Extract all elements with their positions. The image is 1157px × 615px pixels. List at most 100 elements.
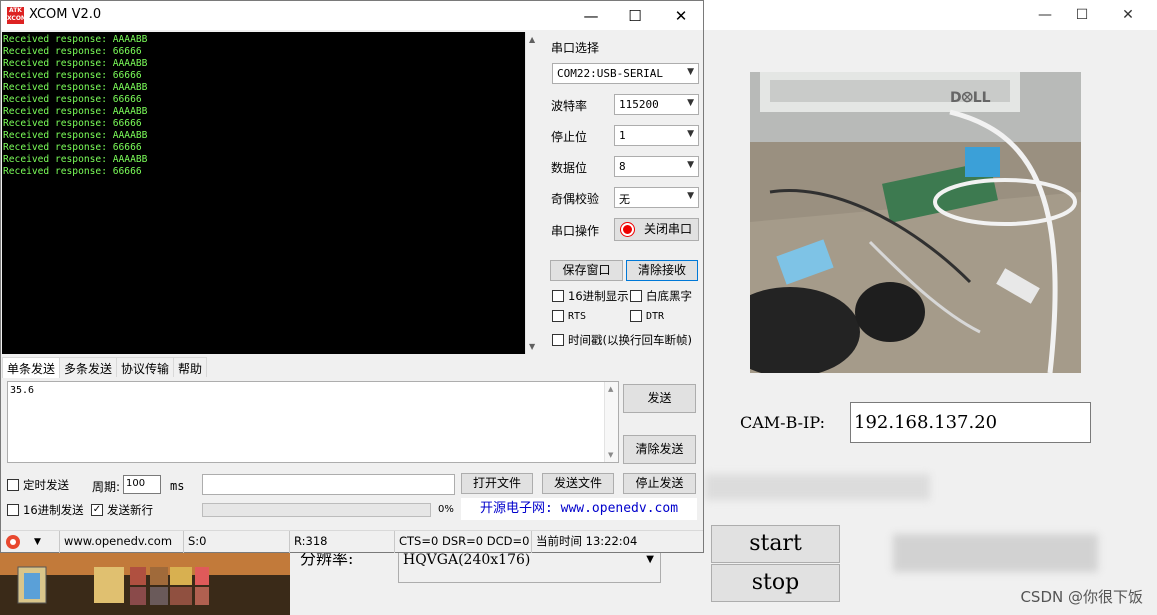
receive-line: Received response: AAAABB — [3, 154, 148, 165]
port-select[interactable]: COM22:USB-SERIAL ▼ — [552, 63, 699, 84]
baud-select[interactable]: 115200 ▼ — [614, 94, 699, 115]
open-file-button[interactable]: 打开文件 — [461, 473, 533, 494]
receive-textarea[interactable]: Received response: AAAABB Received respon… — [2, 32, 525, 354]
chevron-down-icon: ▼ — [687, 98, 694, 108]
port-select-label: 串口选择 — [551, 41, 600, 55]
xcom-logo-icon: ATK XCOM — [7, 7, 27, 24]
send-scrollbar[interactable]: ▲ ▼ — [604, 382, 618, 462]
checkbox-box[interactable] — [630, 310, 642, 322]
scroll-up-icon[interactable]: ▲ — [529, 35, 535, 44]
cam-ip-label: CAM-B-IP: — [740, 413, 825, 432]
receive-line: Received response: AAAABB — [3, 130, 148, 141]
close-button[interactable]: ✕ — [659, 4, 703, 28]
send-textarea[interactable]: 35.6 ▲ ▼ — [7, 381, 619, 463]
scroll-down-icon[interactable]: ▼ — [529, 342, 535, 351]
baud-value: 115200 — [619, 98, 659, 111]
period-input[interactable]: 100 — [123, 475, 161, 494]
checkmark-icon[interactable]: ✓ — [91, 504, 103, 516]
camera-preview-image: D⮾LL — [750, 72, 1081, 373]
port-op-label: 串口操作 — [551, 224, 600, 238]
status-menu[interactable]: ▼ — [2, 531, 60, 553]
status-sent: S:0 — [184, 531, 290, 553]
receive-line: Received response: 66666 — [3, 94, 142, 105]
send-newline-label: 发送新行 — [107, 503, 153, 517]
send-button[interactable]: 发送 — [623, 384, 696, 413]
chevron-down-icon: ▼ — [687, 160, 694, 170]
dtr-checkbox[interactable]: DTR — [630, 310, 664, 322]
checkbox-box[interactable] — [7, 504, 19, 516]
blurred-region — [705, 474, 930, 500]
receive-line: Received response: 66666 — [3, 46, 142, 57]
receive-line: Received response: 66666 — [3, 142, 142, 153]
databits-select[interactable]: 8 ▼ — [614, 156, 699, 177]
status-lines: CTS=0 DSR=0 DCD=0 — [395, 531, 532, 553]
dtr-label: DTR — [646, 310, 665, 322]
send-progress-bar — [202, 503, 431, 517]
chevron-down-icon[interactable]: ▼ — [34, 532, 41, 553]
hex-display-label: 16进制显示 — [568, 289, 629, 303]
tab-single-send[interactable]: 单条发送 — [2, 357, 61, 378]
minimize-button[interactable]: — — [569, 4, 613, 28]
period-label: 周期: — [92, 480, 121, 494]
background-titlebar: — ☐ ✕ — [700, 0, 1157, 30]
openedv-ad-link[interactable]: 开源电子网: www.openedv.com — [461, 498, 697, 520]
timestamp-label: 时间戳(以换行回车断帧) — [568, 333, 692, 347]
bg-close-button[interactable]: ✕ — [1108, 4, 1148, 26]
save-window-button[interactable]: 保存窗口 — [550, 260, 623, 281]
tab-multi-send[interactable]: 多条发送 — [59, 357, 118, 377]
checkbox-box[interactable] — [630, 290, 642, 302]
receive-line: Received response: 66666 — [3, 118, 142, 129]
status-url[interactable]: www.openedv.com — [60, 531, 184, 553]
close-port-button[interactable]: 关闭串口 — [614, 218, 699, 241]
databits-value: 8 — [619, 160, 626, 173]
hex-display-checkbox[interactable]: 16进制显示 — [552, 288, 629, 304]
timestamp-checkbox[interactable]: 时间戳(以换行回车断帧) — [552, 332, 692, 348]
stop-button[interactable]: stop — [711, 564, 840, 602]
status-time: 当前时间 13:22:04 — [536, 534, 638, 548]
receive-line: Received response: AAAABB — [3, 58, 148, 69]
close-port-label: 关闭串口 — [643, 222, 692, 236]
progress-text: 0% — [438, 504, 454, 515]
parity-select[interactable]: 无 ▼ — [614, 187, 699, 208]
rts-checkbox[interactable]: RTS — [552, 310, 586, 322]
white-bg-checkbox[interactable]: 白底黑字 — [630, 288, 692, 304]
checkbox-box[interactable] — [552, 290, 564, 302]
chevron-down-icon: ▼ — [687, 129, 694, 139]
stop-send-button[interactable]: 停止发送 — [623, 473, 696, 494]
clear-send-button[interactable]: 清除发送 — [623, 435, 696, 464]
xcom-titlebar: ATK XCOM XCOM V2.0 — ☐ ✕ — [1, 1, 703, 30]
xcom-window: ATK XCOM XCOM V2.0 — ☐ ✕ Received respons… — [0, 0, 704, 553]
blurred-region — [893, 534, 1098, 572]
cam-ip-input[interactable]: 192.168.137.20 — [850, 402, 1091, 443]
svg-text:D⮾LL: D⮾LL — [950, 90, 991, 106]
period-unit: ms — [170, 479, 185, 493]
hex-send-checkbox[interactable]: 16进制发送 — [7, 502, 84, 518]
maximize-button[interactable]: ☐ — [613, 4, 657, 28]
clear-receive-button[interactable]: 清除接收 — [626, 260, 698, 281]
tab-protocol[interactable]: 协议传输 — [116, 357, 175, 377]
tab-help[interactable]: 帮助 — [173, 357, 208, 377]
send-file-button[interactable]: 发送文件 — [542, 473, 614, 494]
checkbox-box[interactable] — [552, 334, 564, 346]
start-button[interactable]: start — [711, 525, 840, 563]
hex-send-label: 16进制发送 — [23, 503, 84, 517]
receive-scrollbar[interactable]: ▲ ▼ — [525, 32, 541, 354]
databits-label: 数据位 — [551, 161, 588, 175]
status-bar: ▼ www.openedv.com S:0 R:318 CTS=0 DSR=0 … — [2, 530, 703, 553]
record-icon[interactable] — [6, 535, 20, 549]
chevron-down-icon: ▼ — [646, 554, 654, 565]
bg-minimize-button[interactable]: — — [1025, 4, 1065, 26]
xcom-title: XCOM V2.0 — [29, 7, 102, 22]
send-newline-checkbox[interactable]: ✓ 发送新行 — [91, 502, 153, 518]
stopbits-select[interactable]: 1 ▼ — [614, 125, 699, 146]
receive-line: Received response: AAAABB — [3, 34, 148, 45]
status-received: R:318 — [290, 531, 395, 553]
timed-send-checkbox[interactable]: 定时发送 — [7, 477, 69, 493]
file-path-input[interactable] — [202, 474, 455, 495]
scroll-up-icon[interactable]: ▲ — [608, 385, 613, 393]
checkbox-box[interactable] — [7, 479, 19, 491]
send-text: 35.6 — [10, 385, 35, 396]
checkbox-box[interactable] — [552, 310, 564, 322]
bg-maximize-button[interactable]: ☐ — [1062, 4, 1102, 26]
scroll-down-icon[interactable]: ▼ — [608, 451, 613, 459]
